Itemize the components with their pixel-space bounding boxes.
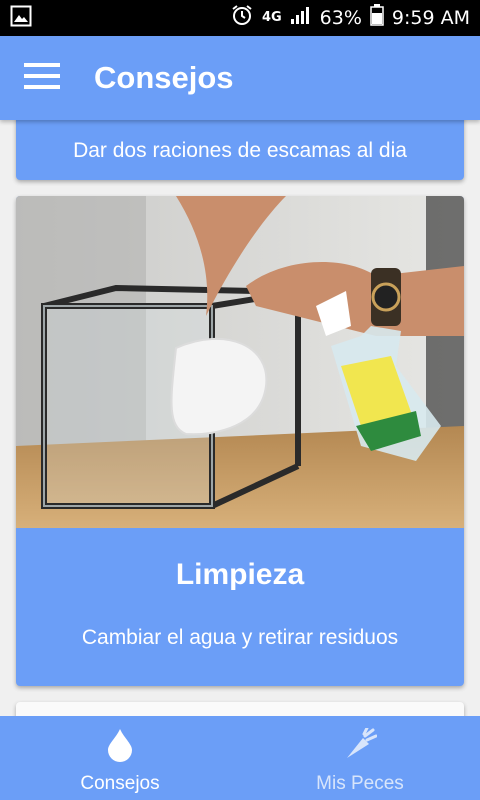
alarm-icon [230, 3, 254, 33]
network-type: 4G [261, 10, 282, 25]
nav-item-consejos[interactable]: Consejos [0, 716, 240, 800]
nav-item-mis-peces[interactable]: Mis Peces [240, 716, 480, 800]
bottom-navigation: Consejos Mis Peces [0, 716, 480, 800]
tips-list[interactable]: Dar dos raciones de escamas al dia Limpi… [0, 120, 480, 716]
tip-card-cleaning[interactable]: Limpieza Cambiar el agua y retirar resid… [16, 196, 464, 686]
gallery-icon [10, 5, 32, 32]
tip-card-partial[interactable] [16, 702, 464, 716]
battery-icon [370, 4, 384, 32]
status-bar: 4G 63% 9:59 AM [0, 0, 480, 36]
menu-icon [24, 62, 60, 94]
menu-button[interactable] [22, 58, 62, 98]
aquarium-cleaning-photo [16, 196, 464, 528]
nav-label: Mis Peces [316, 773, 404, 794]
tip-title: Limpieza [175, 558, 305, 591]
app-bar: Consejos [0, 36, 480, 120]
nav-label: Consejos [80, 773, 160, 794]
page-title: Consejos [94, 60, 234, 95]
clock: 9:59 AM [391, 7, 470, 29]
carrot-icon [343, 726, 378, 767]
tip-card-feeding[interactable]: Dar dos raciones de escamas al dia [16, 120, 464, 180]
water-drop-icon [106, 728, 134, 767]
tip-description: Cambiar el agua y retirar residuos [81, 626, 399, 649]
tip-description: Dar dos raciones de escamas al dia [73, 139, 407, 162]
battery-percent: 63% [319, 7, 362, 29]
signal-icon [290, 5, 312, 31]
